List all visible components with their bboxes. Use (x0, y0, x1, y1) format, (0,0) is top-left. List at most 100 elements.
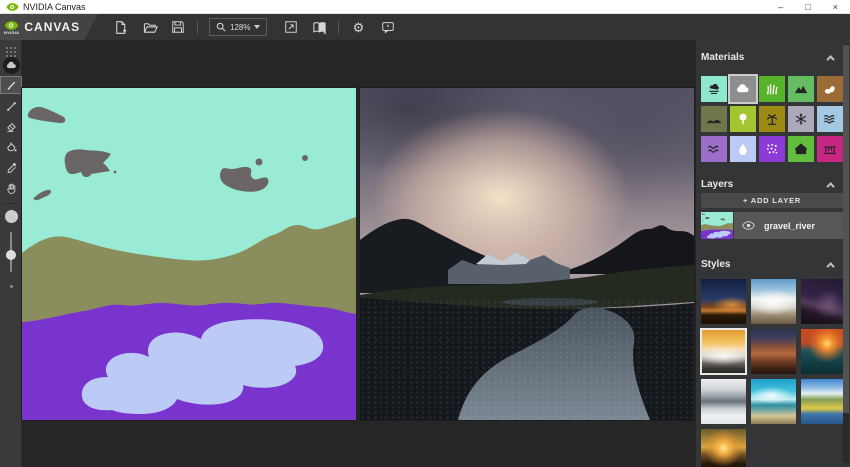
layers-title: Layers (701, 179, 734, 190)
layer-thumbnail (701, 212, 734, 239)
toolbar-separator (338, 20, 340, 34)
active-material-preview[interactable] (0, 55, 22, 75)
panel-scrollbar[interactable] (843, 44, 849, 463)
brush-size-slider-knob[interactable] (6, 250, 16, 260)
zoom-value: 128% (230, 22, 251, 32)
main-toolbar: NVIDIA CANVAS 128% ⚙ (0, 14, 850, 40)
color-picker-tool[interactable] (0, 158, 22, 176)
tree-icon (736, 112, 750, 126)
feedback-button[interactable] (376, 17, 400, 37)
material-rock[interactable] (817, 76, 843, 102)
window-titlebar: NVIDIA Canvas – □ × (0, 0, 850, 14)
line-tool[interactable] (0, 97, 22, 115)
material-grass[interactable] (759, 76, 785, 102)
add-layer-button[interactable]: + ADD LAYER (701, 193, 843, 208)
settings-button[interactable]: ⚙ (346, 17, 370, 37)
toolbar-separator (197, 20, 198, 34)
minimize-button[interactable]: – (778, 2, 783, 12)
fullscreen-button[interactable] (279, 17, 303, 37)
layer-name: gravel_river (764, 220, 816, 231)
chevron-up-icon[interactable] (826, 54, 835, 64)
right-panel: Materials Layers + ADD LAYER gravel_rive… (695, 40, 850, 467)
style-snowy-peak-clouds[interactable] (751, 279, 796, 324)
eraser-icon (6, 122, 16, 132)
water-icon (736, 142, 750, 156)
style-sea-sunrise[interactable] (701, 429, 746, 467)
maximize-button[interactable]: □ (805, 2, 810, 12)
style-tropical-beach[interactable] (751, 379, 796, 424)
fill-tool[interactable] (0, 138, 22, 156)
material-bridge[interactable] (817, 136, 843, 162)
material-tree[interactable] (730, 106, 756, 132)
grass-icon (765, 82, 779, 96)
open-project-button[interactable] (138, 17, 162, 37)
nvidia-logo-text: NVIDIA (4, 29, 20, 35)
save-project-button[interactable] (166, 17, 190, 37)
zoom-control[interactable]: 128% (209, 18, 268, 36)
brush-tool[interactable] (0, 76, 22, 94)
styles-section-header[interactable]: Styles (701, 259, 839, 271)
materials-title: Materials (701, 52, 745, 63)
river-icon (707, 142, 721, 156)
eraser-tool[interactable] (0, 117, 22, 135)
fog-icon (765, 142, 779, 156)
material-fog[interactable] (759, 136, 785, 162)
new-project-button[interactable] (108, 17, 132, 37)
chevron-up-icon[interactable] (826, 261, 835, 271)
style-starry-night-mountain[interactable] (801, 279, 846, 324)
material-cloud[interactable] (728, 74, 758, 104)
rock-icon (823, 82, 837, 96)
style-jagged-peaks-sunset[interactable] (751, 329, 796, 374)
zoom-icon (216, 22, 226, 32)
eye-icon (742, 221, 755, 230)
app-brand: NVIDIA CANVAS (0, 14, 98, 40)
layers-section-header[interactable]: Layers (701, 179, 839, 191)
bridge-icon (823, 142, 837, 156)
styles-title: Styles (701, 259, 731, 270)
materials-grid (701, 74, 843, 162)
brush-icon (7, 81, 15, 90)
chevron-up-icon[interactable] (826, 181, 835, 191)
style-sunset-fog-valley[interactable] (700, 328, 747, 375)
brush-size-min-dot (10, 285, 13, 288)
mountain-icon (794, 82, 808, 96)
style-ocean-sunset[interactable] (801, 329, 846, 374)
segmentation-canvas[interactable] (22, 88, 356, 420)
hill-icon (707, 112, 721, 126)
pan-tool[interactable] (0, 179, 22, 197)
scrollbar-thumb[interactable] (843, 45, 849, 413)
style-alpine-lake[interactable] (801, 379, 846, 424)
materials-section-header[interactable]: Materials (701, 52, 839, 64)
eyedropper-icon (7, 162, 16, 173)
material-house[interactable] (788, 136, 814, 162)
close-button[interactable]: × (833, 2, 838, 12)
cloud-icon (736, 82, 750, 96)
style-desert-night[interactable] (701, 279, 746, 324)
side-by-side-view-button[interactable] (307, 17, 331, 37)
settings-gear-icon: ⚙ (352, 19, 365, 35)
layer-item[interactable]: gravel_river (701, 212, 843, 239)
nvidia-logo-icon: NVIDIA (4, 20, 19, 35)
brush-size-circle-icon (4, 209, 18, 223)
chevron-down-icon[interactable] (254, 25, 261, 29)
style-misty-mountains[interactable] (701, 379, 746, 424)
material-river[interactable] (701, 136, 727, 162)
workspace (22, 40, 695, 467)
material-mountain[interactable] (788, 76, 814, 102)
material-snow[interactable] (788, 106, 814, 132)
brush-size-preview (0, 207, 22, 225)
palm-icon (765, 112, 779, 126)
line-icon (6, 101, 16, 111)
cloud-icon (2, 56, 20, 74)
material-hill[interactable] (701, 106, 727, 132)
material-palm[interactable] (759, 106, 785, 132)
rendered-preview (360, 88, 694, 420)
layer-visibility-toggle[interactable] (742, 221, 755, 230)
material-water[interactable] (730, 136, 756, 162)
app-name: CANVAS (24, 20, 81, 34)
fill-bucket-icon (6, 141, 17, 151)
material-sea[interactable] (817, 106, 843, 132)
styles-grid (700, 279, 846, 467)
hand-icon (6, 183, 15, 194)
material-sky[interactable] (701, 76, 727, 102)
